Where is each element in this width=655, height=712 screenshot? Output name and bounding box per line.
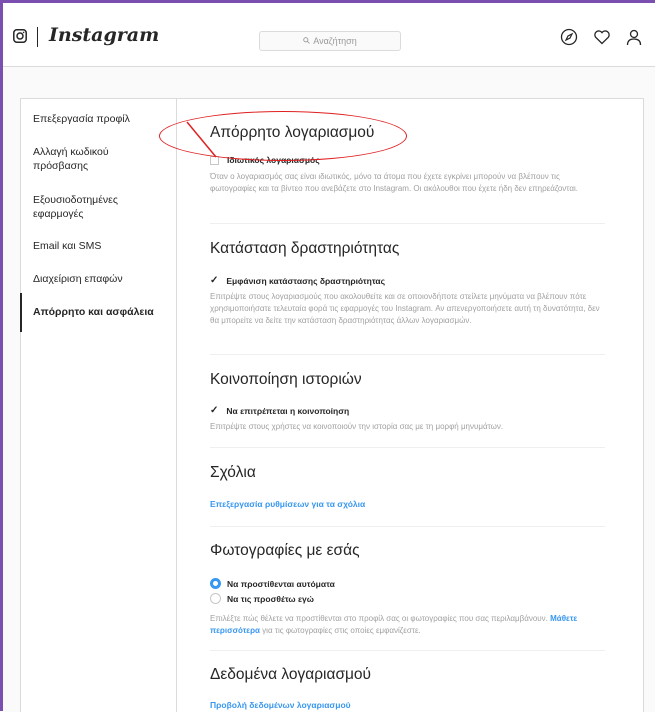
search-input[interactable]: Αναζήτηση (259, 31, 401, 51)
activity-description: Επιτρέψτε στους λογαριασμούς που ακολουθ… (210, 292, 600, 325)
profile-icon[interactable] (625, 28, 643, 46)
sidebar-item-change-password[interactable]: Αλλαγή κωδικού πρόσβασης (21, 145, 151, 173)
add-automatically-radio[interactable] (210, 578, 221, 589)
search-placeholder: Αναζήτηση (313, 36, 357, 46)
sidebar-item-manage-contacts[interactable]: Διαχείριση επαφών (21, 272, 176, 286)
top-nav-bar: Instagram Αναζήτηση (3, 3, 655, 67)
comments-title: Σχόλια (210, 464, 256, 481)
settings-sidebar: Επεξεργασία προφίλ Αλλαγή κωδικού πρόσβα… (20, 99, 177, 712)
photos-of-you-title: Φωτογραφίες με εσάς (210, 542, 360, 559)
sidebar-item-privacy-security[interactable]: Απόρρητο και ασφάλεια (21, 305, 176, 319)
annotation-pointer (186, 121, 217, 158)
view-account-data-link[interactable]: Προβολή δεδομένων λογαριασμού (210, 700, 351, 710)
activity-status-label: Εμφάνιση κατάστασης δραστηριότητας (226, 275, 386, 286)
divider (210, 223, 605, 224)
privacy-description: Όταν ο λογαριασμός σας είναι ιδιωτικός, … (210, 172, 578, 193)
sidebar-item-email-sms[interactable]: Email και SMS (21, 239, 176, 253)
explore-compass-icon[interactable] (560, 28, 578, 46)
instagram-logo-text[interactable]: Instagram (49, 24, 159, 46)
add-automatically-option[interactable]: Να προστίθενται αυτόματα (210, 578, 335, 589)
settings-content: Απόρρητο λογαριασμού Ιδιωτικός λογαριασμ… (177, 99, 643, 712)
photos-of-you-description: Επιλέξτε πώς θέλετε να προστίθενται στο … (210, 613, 605, 637)
activity-status-option[interactable]: ✓ Εμφάνιση κατάστασης δραστηριότητας (210, 275, 385, 286)
checkmark-icon[interactable]: ✓ (210, 275, 218, 286)
window-frame-left (0, 0, 3, 711)
add-manually-label: Να τις προσθέτω εγώ (227, 593, 314, 604)
activity-title: Κατάσταση δραστηριότητας (210, 240, 400, 257)
add-manually-radio[interactable] (210, 593, 221, 604)
search-icon (303, 32, 311, 50)
story-sharing-title: Κοινοποίηση ιστοριών (210, 371, 362, 388)
photos-description-tail: για τις φωτογραφίες στις οποίες εμφανίζε… (262, 626, 421, 635)
logo-separator (37, 27, 38, 47)
account-data-title: Δεδομένα λογαριασμού (210, 666, 372, 683)
heart-icon[interactable] (593, 28, 611, 46)
settings-panel: Επεξεργασία προφίλ Αλλαγή κωδικού πρόσβα… (20, 98, 644, 712)
sidebar-item-edit-profile[interactable]: Επεξεργασία προφίλ (21, 112, 176, 126)
photos-description-text: Επιλέξτε πώς θέλετε να προστίθενται στο … (210, 614, 548, 623)
divider (210, 526, 605, 527)
allow-sharing-option[interactable]: ✓ Να επιτρέπεται η κοινοποίηση (210, 405, 349, 416)
divider (210, 447, 605, 448)
allow-sharing-label: Να επιτρέπεται η κοινοποίηση (226, 405, 350, 416)
story-sharing-description: Επιτρέψτε στους χρήστες να κοινοποιούν τ… (210, 422, 504, 431)
edit-comment-settings-link[interactable]: Επεξεργασία ρυθμίσεων για τα σχόλια (210, 499, 365, 509)
divider (210, 650, 605, 651)
add-automatically-label: Να προστίθενται αυτόματα (227, 578, 335, 589)
add-manually-option[interactable]: Να τις προσθέτω εγώ (210, 593, 314, 604)
divider (210, 354, 605, 355)
checkmark-icon[interactable]: ✓ (210, 405, 218, 416)
sidebar-item-authorized-apps[interactable]: Εξουσιοδοτημένες εφαρμογές (21, 193, 151, 221)
instagram-glyph-icon[interactable] (13, 29, 27, 43)
